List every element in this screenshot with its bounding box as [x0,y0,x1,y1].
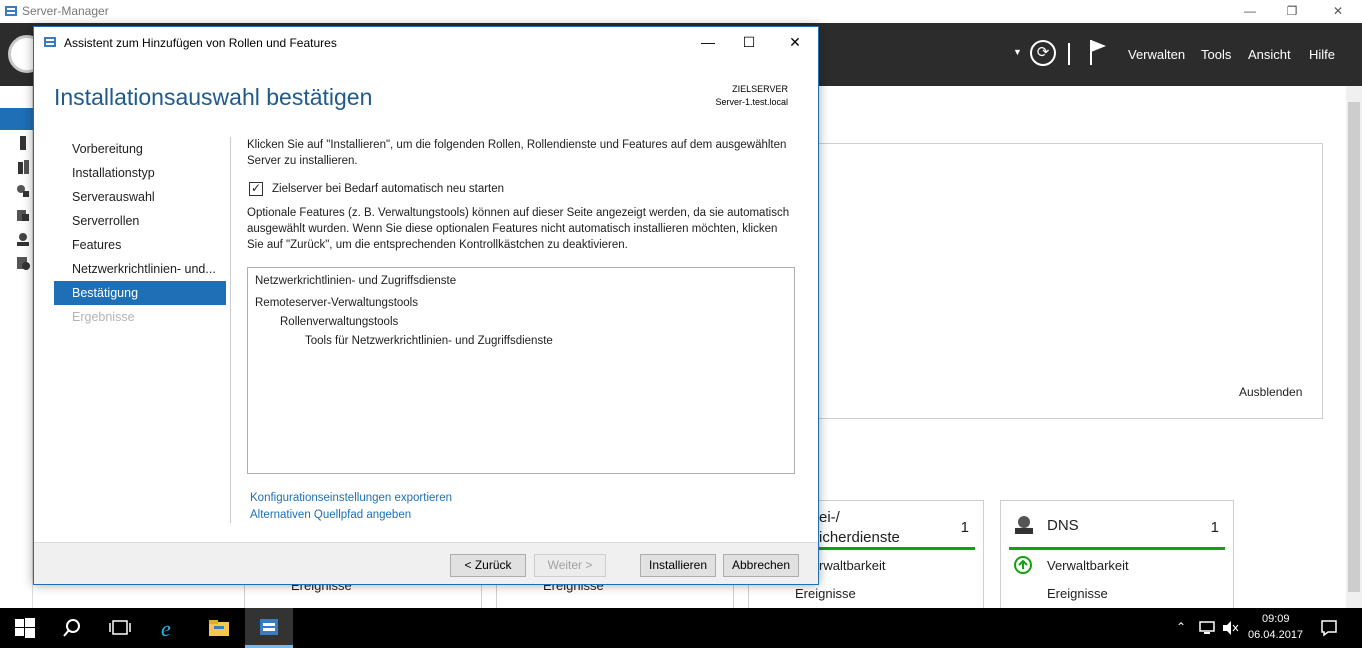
tile-status-bar [1009,547,1225,550]
header-separator [1068,43,1070,65]
restart-checkbox[interactable]: ✓ [249,182,263,196]
files-icon[interactable] [15,207,31,223]
restart-checkbox-label[interactable]: Zielserver bei Bedarf automatisch neu st… [272,183,504,195]
back-button[interactable]: < Zurück [450,554,526,577]
taskbar-server-manager[interactable] [245,608,293,648]
menu-tools[interactable]: Tools [1201,47,1231,62]
welcome-panel [818,143,1323,419]
minimize-icon[interactable]: — [1242,3,1258,19]
menu-verwalten[interactable]: Verwalten [1128,47,1185,62]
server-manager-icon [5,6,17,16]
dns-icon[interactable] [15,231,31,247]
list-item: Netzwerkrichtlinien- und Zugriffsdienste [255,275,457,287]
refresh-icon[interactable]: ⟳ [1030,40,1056,66]
scrollbar-thumb[interactable] [1348,102,1360,592]
selection-list[interactable]: Netzwerkrichtlinien- und Zugriffsdienste… [247,267,795,474]
intro-text: Klicken Sie auf "Installieren", um die f… [247,139,787,167]
add-roles-wizard-dialog: Assistent zum Hinzufügen von Rollen und … [33,26,819,585]
restore-icon[interactable]: ❐ [1284,3,1300,19]
minimize-icon[interactable]: — [698,32,718,52]
step-bestaetigung[interactable]: Bestätigung [54,281,226,305]
target-server-name: Server-1.test.local [715,97,788,107]
step-serverauswahl[interactable]: Serverauswahl [54,185,226,209]
wizard-icon [44,37,56,47]
svg-text:e: e [161,616,171,640]
start-icon[interactable] [13,616,37,640]
install-button[interactable]: Installieren [640,554,716,577]
close-icon[interactable]: ✕ [1330,3,1346,19]
scrollbar[interactable] [1346,86,1362,608]
server-manager-sidebar [0,86,33,608]
tile-title[interactable]: DNS [1047,517,1079,534]
sidebar-item-dashboard[interactable] [0,108,33,130]
hide-link[interactable]: Ausblenden [1239,385,1302,399]
tile-manageability[interactable]: Verwaltbarkeit [1047,558,1129,573]
target-server-label: ZIELSERVER [732,84,788,94]
file-explorer-icon[interactable] [207,616,231,640]
chevron-up-icon[interactable]: ⌃ [1176,620,1186,634]
maximize-icon[interactable]: ☐ [739,32,759,52]
task-view-icon[interactable] [108,616,132,640]
wizard-footer: < Zurück Weiter > Installieren Abbrechen [34,542,818,584]
step-vorbereitung[interactable]: Vorbereitung [54,137,226,161]
role-icon[interactable] [15,183,31,199]
close-icon[interactable]: ✕ [785,32,805,52]
tile-events[interactable]: Ereignisse [795,586,856,601]
action-center-icon[interactable] [1320,619,1338,637]
nps-icon[interactable] [15,255,31,271]
local-server-icon[interactable] [15,135,31,151]
volume-muted-icon[interactable] [1221,620,1239,636]
alternate-source-link[interactable]: Alternativen Quellpfad angeben [250,509,411,521]
notification-flag-icon[interactable] [1088,38,1108,66]
server-manager-icon [260,619,278,635]
all-servers-icon[interactable] [15,159,31,175]
clock-time[interactable]: 09:09 [1262,613,1290,625]
next-button: Weiter > [534,554,606,577]
tile-title-line2[interactable]: icherdienste [819,529,900,546]
wizard-titlebar: Assistent zum Hinzufügen von Rollen und … [34,27,818,57]
tile-count: 1 [960,519,969,536]
step-serverrollen[interactable]: Serverrollen [54,209,226,233]
clock-date[interactable]: 06.04.2017 [1248,629,1303,641]
tile-events[interactable]: Ereignisse [1047,586,1108,601]
page-title: Installationsauswahl bestätigen [54,84,373,110]
list-item: Rollenverwaltungstools [280,316,399,328]
step-ergebnisse: Ergebnisse [72,310,135,324]
status-ok-icon [1014,556,1032,574]
steps-divider [230,137,231,523]
step-installationstyp[interactable]: Installationstyp [54,161,226,185]
export-config-link[interactable]: Konfigurationseinstellungen exportieren [250,492,452,504]
search-icon[interactable] [60,616,84,640]
internet-explorer-icon[interactable]: e [158,616,182,640]
optional-features-text: Optionale Features (z. B. Verwaltungstoo… [247,207,790,251]
dropdown-icon[interactable]: ▼ [1013,47,1022,57]
wizard-title: Assistent zum Hinzufügen von Rollen und … [64,36,337,50]
tile-dns: DNS 1 Verwaltbarkeit Ereignisse [1000,500,1234,610]
list-item: Tools für Netzwerkrichtlinien- und Zugri… [305,335,553,347]
server-manager-titlebar: Server-Manager — ❐ ✕ [0,0,1362,23]
step-netzwerkrichtlinien[interactable]: Netzwerkrichtlinien- und... [54,257,226,281]
network-icon[interactable] [1198,620,1216,636]
wizard-steps: Vorbereitung Installationstyp Serverausw… [54,137,226,329]
step-features[interactable]: Features [54,233,226,257]
app-title: Server-Manager [22,4,109,18]
taskbar: e ⌃ 09:09 06.04.2017 [0,608,1362,648]
menu-hilfe[interactable]: Hilfe [1309,47,1335,62]
tile-title-line1[interactable]: ei-/ [819,509,840,526]
list-item: Remoteserver-Verwaltungstools [255,297,418,309]
cancel-button[interactable]: Abbrechen [723,554,799,577]
dns-role-icon [1015,516,1033,534]
tile-count: 1 [1210,519,1219,536]
menu-ansicht[interactable]: Ansicht [1248,47,1291,62]
tile-manageability[interactable]: rwaltbarkeit [819,558,885,573]
